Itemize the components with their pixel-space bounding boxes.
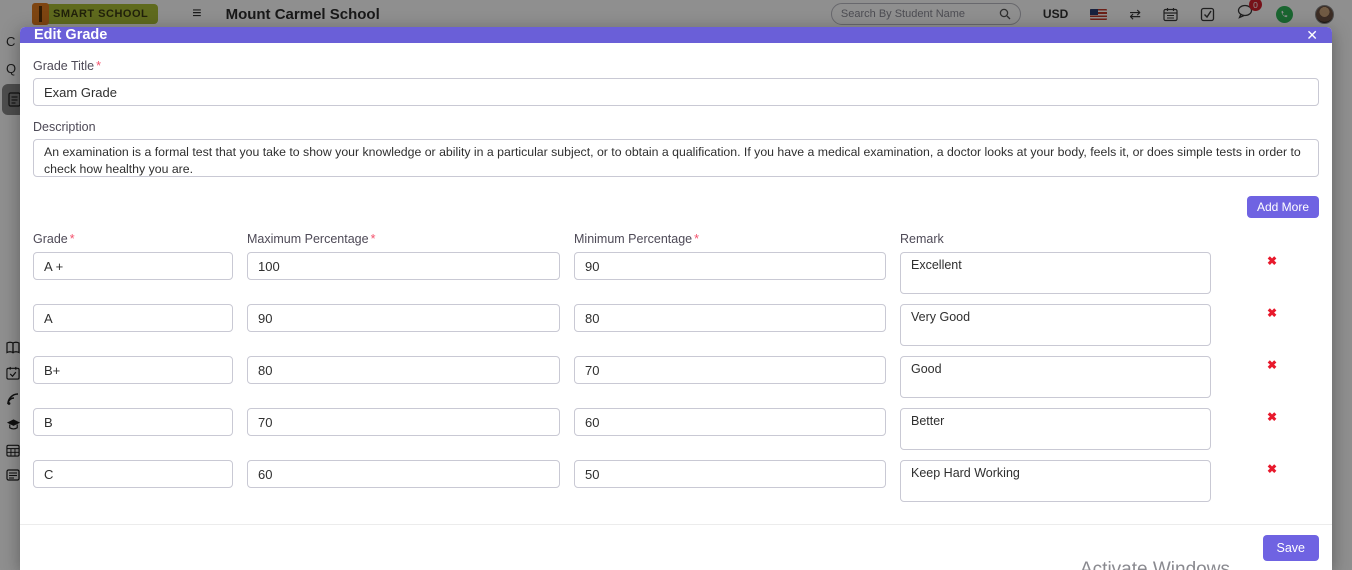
save-button[interactable]: Save bbox=[1263, 535, 1320, 561]
grade-row: Better ✖ bbox=[33, 408, 1319, 450]
grade-title-label: Grade Title* bbox=[33, 59, 1319, 73]
max-percentage-input[interactable] bbox=[247, 304, 560, 332]
label-text: Maximum Percentage bbox=[247, 232, 369, 246]
delete-row-icon[interactable]: ✖ bbox=[1267, 359, 1277, 371]
grade-title-input[interactable] bbox=[33, 78, 1319, 106]
screen: SMART SCHOOL ≡ Mount Carmel School USD ⇄ bbox=[0, 0, 1352, 570]
required-mark: * bbox=[371, 232, 376, 246]
activate-windows-watermark: Activate Windows bbox=[1080, 559, 1230, 570]
delete-row-icon[interactable]: ✖ bbox=[1267, 411, 1277, 423]
close-icon[interactable]: ✕ bbox=[1306, 28, 1318, 42]
grade-row: Keep Hard Working ✖ bbox=[33, 460, 1319, 502]
required-mark: * bbox=[96, 59, 101, 73]
label-text: Grade Title bbox=[33, 59, 94, 73]
remark-column-label: Remark bbox=[900, 232, 1211, 246]
delete-row-icon[interactable]: ✖ bbox=[1267, 307, 1277, 319]
min-percentage-input[interactable] bbox=[574, 304, 886, 332]
modal-body: Grade Title* Description An examination … bbox=[20, 43, 1332, 512]
grade-input[interactable] bbox=[33, 356, 233, 384]
add-more-button[interactable]: Add More bbox=[1247, 196, 1319, 218]
grade-input[interactable] bbox=[33, 408, 233, 436]
edit-grade-modal: Edit Grade ✕ Grade Title* Description An… bbox=[20, 27, 1332, 570]
grade-input[interactable] bbox=[33, 460, 233, 488]
delete-row-icon[interactable]: ✖ bbox=[1267, 463, 1277, 475]
modal-title: Edit Grade bbox=[34, 27, 107, 43]
min-percentage-input[interactable] bbox=[574, 356, 886, 384]
remark-textarea[interactable]: Very Good bbox=[900, 304, 1211, 346]
remark-textarea[interactable]: Excellent bbox=[900, 252, 1211, 294]
label-text: Grade bbox=[33, 232, 68, 246]
max-column-label: Maximum Percentage* bbox=[247, 232, 560, 246]
grade-columns-header: Grade* Maximum Percentage* Minimum Perce… bbox=[33, 232, 1319, 246]
grade-input[interactable] bbox=[33, 304, 233, 332]
grade-column-label: Grade* bbox=[33, 232, 233, 246]
remark-textarea[interactable]: Good bbox=[900, 356, 1211, 398]
min-percentage-input[interactable] bbox=[574, 252, 886, 280]
label-text: Remark bbox=[900, 232, 944, 246]
grade-row: Good ✖ bbox=[33, 356, 1319, 398]
grade-row: Very Good ✖ bbox=[33, 304, 1319, 346]
remark-textarea[interactable]: Keep Hard Working bbox=[900, 460, 1211, 502]
description-section: Description An examination is a formal t… bbox=[33, 120, 1319, 182]
required-mark: * bbox=[694, 232, 699, 246]
description-label: Description bbox=[33, 120, 1319, 134]
add-more-row: Add More bbox=[33, 196, 1319, 218]
max-percentage-input[interactable] bbox=[247, 460, 560, 488]
modal-header: Edit Grade ✕ bbox=[20, 27, 1332, 43]
description-textarea[interactable]: An examination is a formal test that you… bbox=[33, 139, 1319, 177]
required-mark: * bbox=[70, 232, 75, 246]
grade-row: Excellent ✖ bbox=[33, 252, 1319, 294]
max-percentage-input[interactable] bbox=[247, 356, 560, 384]
grade-title-section: Grade Title* bbox=[33, 59, 1319, 106]
min-percentage-input[interactable] bbox=[574, 460, 886, 488]
max-percentage-input[interactable] bbox=[247, 252, 560, 280]
label-text: Minimum Percentage bbox=[574, 232, 692, 246]
max-percentage-input[interactable] bbox=[247, 408, 560, 436]
delete-row-icon[interactable]: ✖ bbox=[1267, 255, 1277, 267]
min-percentage-input[interactable] bbox=[574, 408, 886, 436]
min-column-label: Minimum Percentage* bbox=[574, 232, 886, 246]
grade-input[interactable] bbox=[33, 252, 233, 280]
remark-textarea[interactable]: Better bbox=[900, 408, 1211, 450]
